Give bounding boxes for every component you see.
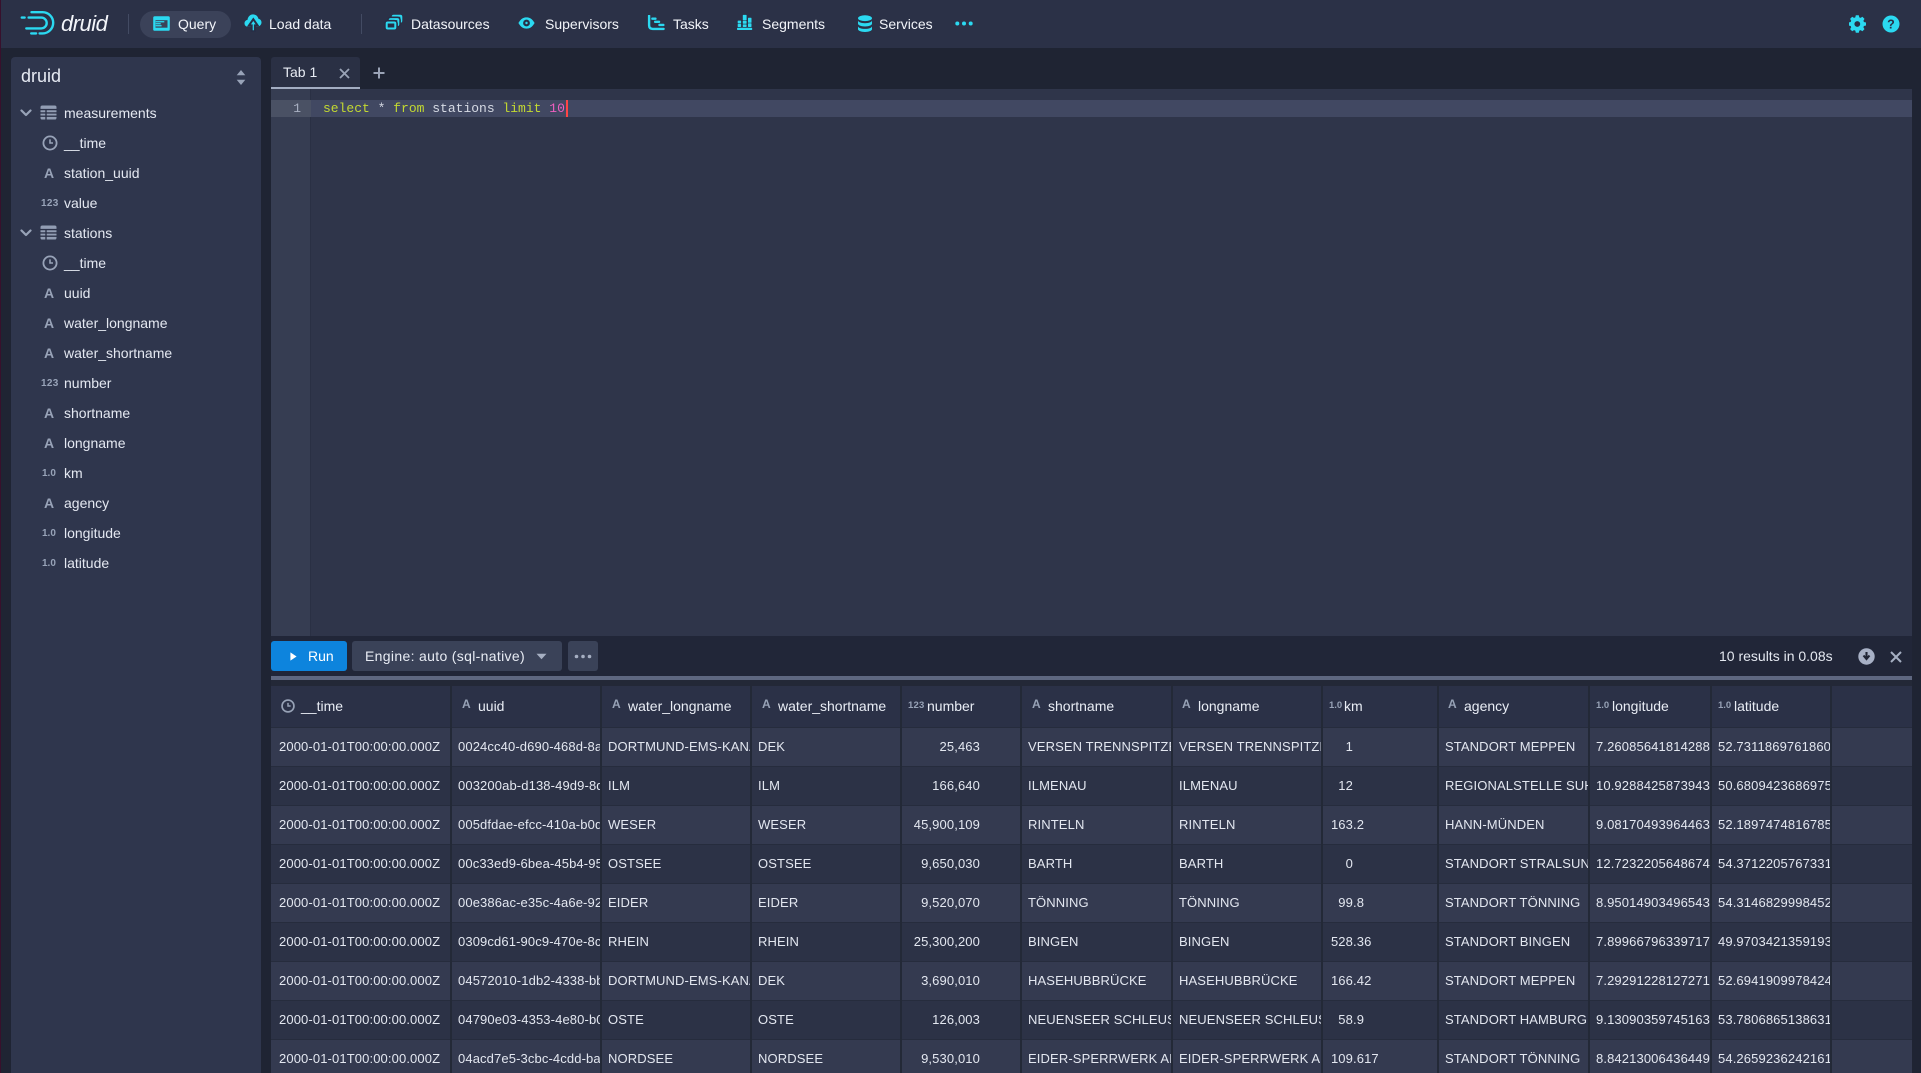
svg-text:?: ? [1887,17,1895,31]
